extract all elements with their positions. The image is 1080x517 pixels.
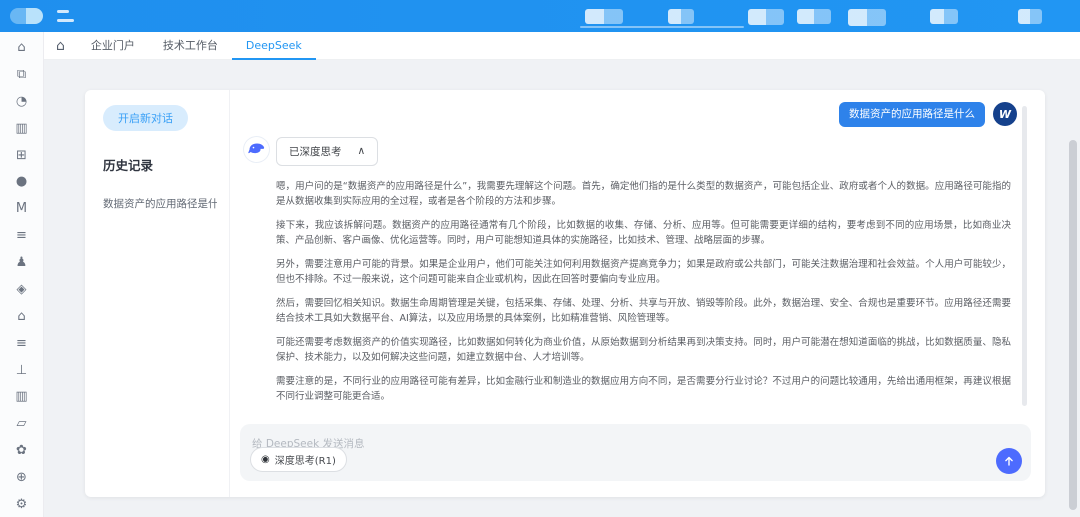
layers-icon[interactable]: ≡: [16, 337, 27, 350]
deepseek-chat-card: 开启新对话 历史记录 数据资产的应用路径是什么 数据资产的应用路径是什么 W: [85, 90, 1045, 497]
redacted-nav-item[interactable]: [668, 9, 694, 24]
globe-icon[interactable]: ⊕: [16, 471, 27, 484]
page-scrollbar[interactable]: [1069, 140, 1077, 510]
logo-text-line: [57, 10, 69, 13]
thought-paragraph: 接下来，我应该拆解问题。数据资产的应用路径通常有几个阶段，比如数据的收集、存储、…: [276, 218, 1011, 248]
chat-main: 数据资产的应用路径是什么 W: [230, 90, 1045, 497]
redacted-nav-item[interactable]: [748, 9, 784, 25]
nav-underline: [580, 26, 744, 28]
barcode-icon[interactable]: ▥: [15, 122, 27, 135]
thought-paragraph: 嗯，用户问的是“数据资产的应用路径是什么”，我需要先理解这个问题。首先，确定他们…: [276, 179, 1011, 209]
org-chart-icon[interactable]: ⧉: [17, 68, 26, 81]
list-icon[interactable]: ≡: [16, 229, 27, 242]
top-bar: [0, 0, 1080, 32]
redacted-nav-item[interactable]: [797, 9, 831, 24]
history-title: 历史记录: [103, 155, 217, 174]
new-chat-button[interactable]: 开启新对话: [103, 105, 188, 131]
send-button[interactable]: [996, 448, 1022, 474]
tab-portal[interactable]: 企业门户: [77, 32, 149, 60]
redacted-nav-item[interactable]: [848, 9, 886, 26]
app-sidebar: ⌂ ⧉ ◔ ▥ ⊞ ● M ≡ ♟ ◈ ⌂ ≡ ⊥ ▥ ▱ ✿ ⊕ ⚙: [0, 32, 44, 517]
chat-scrollbar[interactable]: [1022, 106, 1027, 406]
user-message-bubble: 数据资产的应用路径是什么: [839, 102, 985, 127]
user-avatar: W: [993, 102, 1017, 126]
user-icon[interactable]: ♟: [16, 256, 28, 269]
letter-m-icon[interactable]: M: [16, 202, 27, 215]
home-alt-icon[interactable]: ⌂: [17, 310, 25, 323]
thought-paragraphs: 嗯，用户问的是“数据资产的应用路径是什么”，我需要先理解这个问题。首先，确定他们…: [276, 179, 1017, 415]
redacted-nav-item[interactable]: [585, 9, 623, 24]
home-icon[interactable]: ⌂: [17, 41, 25, 54]
assistant-content: 已深度思考 ∧ 嗯，用户问的是“数据资产的应用路径是什么”，我需要先理解这个问题…: [276, 137, 1017, 415]
deepthink-label: 深度思考(R1): [275, 452, 336, 467]
redacted-nav-item[interactable]: [1018, 9, 1042, 24]
user-message-row: 数据资产的应用路径是什么 W: [244, 102, 1017, 127]
logo-text-line: [57, 19, 74, 22]
app-window: ⌂ ⧉ ◔ ▥ ⊞ ● M ≡ ♟ ◈ ⌂ ≡ ⊥ ▥ ▱ ✿ ⊕ ⚙ ⌂ 企业门户技术工作台DeepSeek 开…: [0, 0, 1080, 517]
sitemap-icon[interactable]: ⊥: [16, 364, 27, 377]
assistant-message-row: 已深度思考 ∧ 嗯，用户问的是“数据资产的应用路径是什么”，我需要先理解这个问题…: [244, 137, 1017, 415]
gear-icon[interactable]: ⚙: [16, 498, 28, 511]
barcode-alt-icon[interactable]: ▥: [15, 390, 27, 403]
deepseek-whale-icon: [244, 137, 269, 162]
card-plus-icon[interactable]: ⊞: [16, 149, 27, 162]
history-item[interactable]: 数据资产的应用路径是什么: [103, 196, 217, 211]
deep-thought-toggle[interactable]: 已深度思考 ∧: [276, 137, 378, 166]
content-area: 开启新对话 历史记录 数据资产的应用路径是什么 数据资产的应用路径是什么 W: [44, 60, 1080, 517]
chevron-up-icon: ∧: [358, 145, 366, 157]
tab-deepseek[interactable]: DeepSeek: [232, 32, 316, 60]
thought-paragraph: 可能还需要考虑数据资产的价值实现路径，比如数据如何转化为商业价值，从原始数据到分…: [276, 335, 1011, 365]
globe-filled-icon[interactable]: ●: [16, 175, 27, 188]
shield-icon[interactable]: ◈: [17, 283, 27, 296]
redacted-nav-item[interactable]: [930, 9, 958, 24]
badge-icon[interactable]: ✿: [16, 444, 27, 457]
deepthink-icon: ◉: [261, 455, 270, 465]
folder-icon[interactable]: ▱: [17, 417, 27, 430]
thought-paragraph: 然后，需要回忆相关知识。数据生命周期管理是关键，包括采集、存储、处理、分析、共享…: [276, 296, 1011, 326]
home-icon[interactable]: ⌂: [56, 38, 65, 54]
chat-messages: 数据资产的应用路径是什么 W: [240, 100, 1031, 414]
input-placeholder: 给 DeepSeek 发送消息: [252, 436, 1019, 451]
deep-thought-label: 已深度思考: [289, 144, 342, 159]
thought-paragraph: 总结的话，应用路径可以分为以下几个步骤：战略规划、数据治理、技术支撑、应用场景构…: [276, 413, 1011, 415]
thought-paragraph: 另外，需要注意用户可能的背景。如果是企业用户，他们可能关注如何利用数据资产提高竞…: [276, 257, 1011, 287]
chat-history-panel: 开启新对话 历史记录 数据资产的应用路径是什么: [85, 90, 230, 497]
pie-chart-icon[interactable]: ◔: [16, 95, 27, 108]
tab-bar: ⌂ 企业门户技术工作台DeepSeek: [44, 32, 1080, 60]
deepthink-r1-button[interactable]: ◉ 深度思考(R1): [250, 447, 347, 472]
thought-paragraph: 需要注意的是，不同行业的应用路径可能有差异，比如金融行业和制造业的数据应用方向不…: [276, 374, 1011, 404]
send-arrow-icon: [1003, 455, 1015, 467]
message-input[interactable]: 给 DeepSeek 发送消息 ◉ 深度思考(R1): [240, 424, 1031, 481]
tab-workbench[interactable]: 技术工作台: [149, 32, 232, 60]
app-logo: [10, 8, 43, 24]
